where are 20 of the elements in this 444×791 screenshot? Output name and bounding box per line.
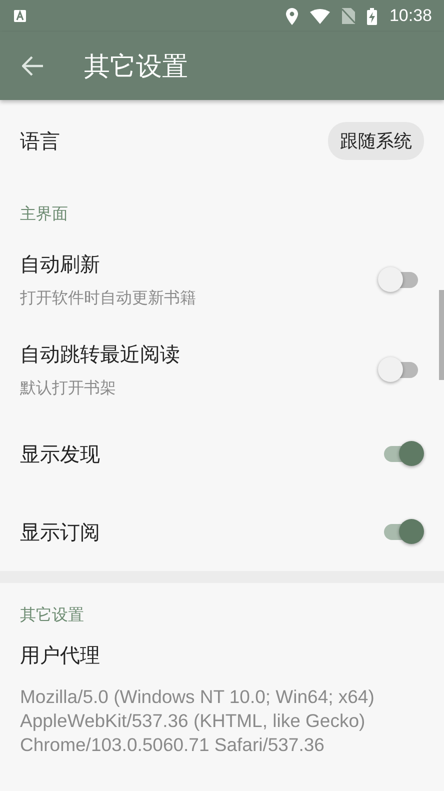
- setting-summary: 默认打开书架: [20, 378, 117, 399]
- setting-title: 自动跳转最近阅读: [20, 341, 181, 368]
- setting-title: 自动刷新: [20, 251, 101, 278]
- back-arrow-icon: [22, 56, 44, 76]
- battery-charging-icon: [367, 8, 378, 24]
- setting-title: 显示发现: [20, 440, 101, 468]
- setting-title: 显示订阅: [20, 518, 101, 546]
- user-agent-text: Mozilla/5.0 (Windows NT 10.0; Win64; x64) AppleWebKit/537.36 (KHTML, like Gecko) Chrome/103.0.5060.71 Safari/537.36: [20, 685, 376, 757]
- screen-title: 其它设置: [84, 50, 188, 84]
- section-header: 其它设置: [19, 604, 85, 626]
- section-header: 主界面: [19, 203, 69, 225]
- status-time: 10:38: [389, 6, 432, 26]
- location-icon: [286, 8, 298, 24]
- wifi-icon: [310, 8, 330, 24]
- setting-title: 用户代理: [20, 642, 100, 669]
- language-chip[interactable]: 跟随系统: [328, 122, 424, 160]
- setting-summary: 打开软件时自动更新书籍: [20, 288, 197, 309]
- no-sim-icon: [342, 8, 356, 24]
- app-notification-icon: [14, 10, 26, 22]
- setting-title: 语言: [20, 128, 61, 154]
